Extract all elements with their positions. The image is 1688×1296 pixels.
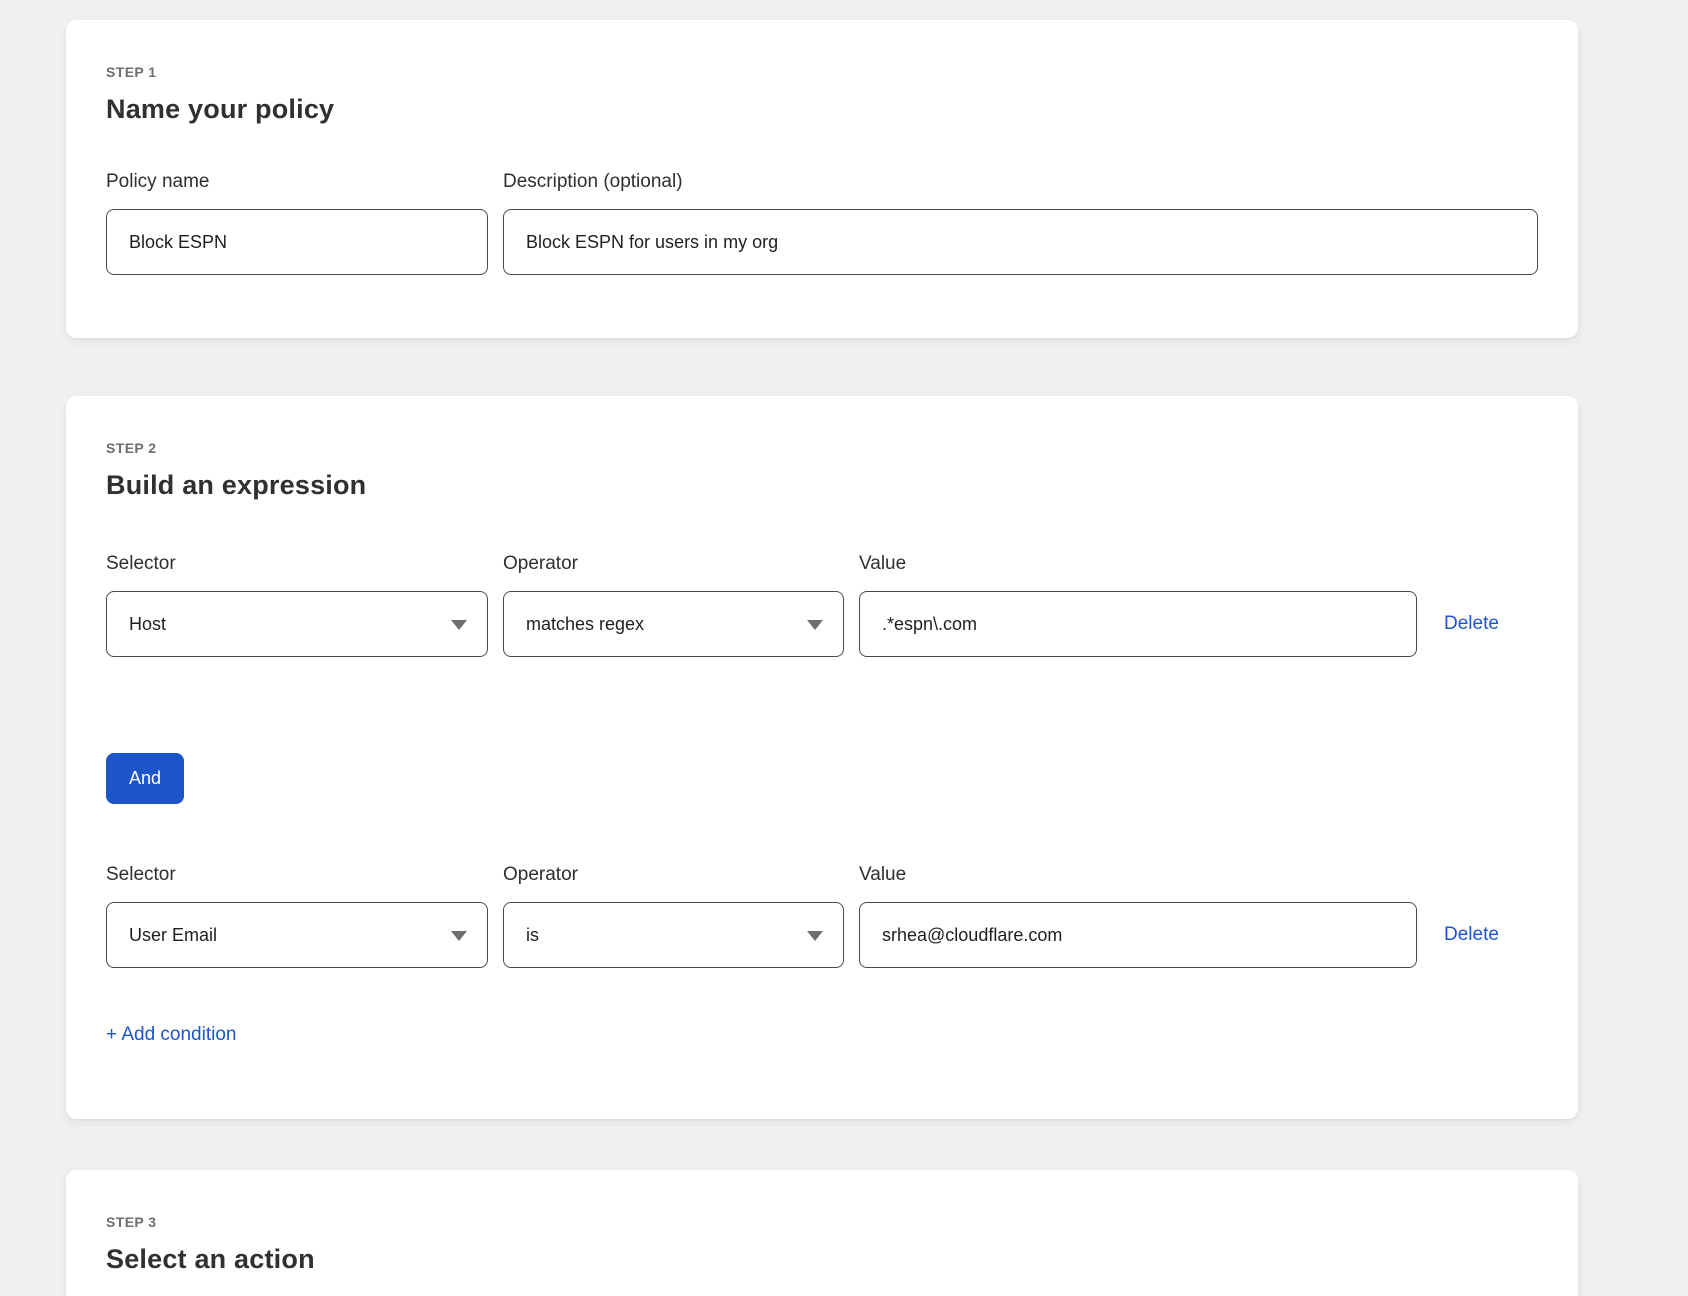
delete-condition-link[interactable]: Delete: [1444, 924, 1538, 946]
value-label: Value: [859, 553, 1417, 575]
selector-dropdown-value: User Email: [129, 925, 217, 946]
delete-condition-link[interactable]: Delete: [1444, 613, 1538, 635]
step3-card: STEP 3 Select an action: [66, 1170, 1578, 1296]
policy-name-field-group: Policy name: [106, 171, 488, 275]
add-condition-link[interactable]: + Add condition: [106, 1024, 236, 1046]
and-button[interactable]: And: [106, 753, 184, 804]
policy-builder-page: STEP 1 Name your policy Policy name Desc…: [0, 0, 1688, 1296]
policy-name-input[interactable]: [106, 209, 488, 275]
selector-label: Selector: [106, 864, 488, 886]
policy-name-label: Policy name: [106, 171, 488, 193]
step2-card: STEP 2 Build an expression Selector Host…: [66, 396, 1578, 1119]
step1-label: STEP 1: [106, 64, 1538, 80]
value-field-group: Value: [859, 864, 1417, 968]
operator-field-group: Operator matches regex: [503, 553, 844, 657]
description-label: Description (optional): [503, 171, 1538, 193]
value-field-group: Value: [859, 553, 1417, 657]
selector-field-group: Selector User Email: [106, 864, 488, 968]
chevron-down-icon: [807, 931, 823, 941]
selector-dropdown[interactable]: Host: [106, 591, 488, 657]
description-input[interactable]: [503, 209, 1538, 275]
step2-title: Build an expression: [106, 470, 1538, 501]
step1-title: Name your policy: [106, 94, 1538, 125]
condition-value-input[interactable]: [859, 591, 1417, 657]
step3-label: STEP 3: [106, 1214, 1538, 1230]
selector-field-group: Selector Host: [106, 553, 488, 657]
step1-fields: Policy name Description (optional): [106, 171, 1538, 275]
chevron-down-icon: [451, 620, 467, 630]
selector-dropdown-value: Host: [129, 614, 166, 635]
step3-title: Select an action: [106, 1244, 1538, 1275]
description-field-group: Description (optional): [503, 171, 1538, 275]
selector-dropdown[interactable]: User Email: [106, 902, 488, 968]
step1-card: STEP 1 Name your policy Policy name Desc…: [66, 20, 1578, 338]
condition-row: Selector Host Operator matches regex Val…: [106, 553, 1538, 657]
condition-value-input[interactable]: [859, 902, 1417, 968]
chevron-down-icon: [451, 931, 467, 941]
operator-label: Operator: [503, 553, 844, 575]
chevron-down-icon: [807, 620, 823, 630]
operator-dropdown-value: is: [526, 925, 539, 946]
condition-row: Selector User Email Operator is Value De…: [106, 864, 1538, 968]
operator-label: Operator: [503, 864, 844, 886]
selector-label: Selector: [106, 553, 488, 575]
operator-dropdown[interactable]: is: [503, 902, 844, 968]
operator-dropdown-value: matches regex: [526, 614, 644, 635]
operator-dropdown[interactable]: matches regex: [503, 591, 844, 657]
step2-label: STEP 2: [106, 440, 1538, 456]
value-label: Value: [859, 864, 1417, 886]
operator-field-group: Operator is: [503, 864, 844, 968]
